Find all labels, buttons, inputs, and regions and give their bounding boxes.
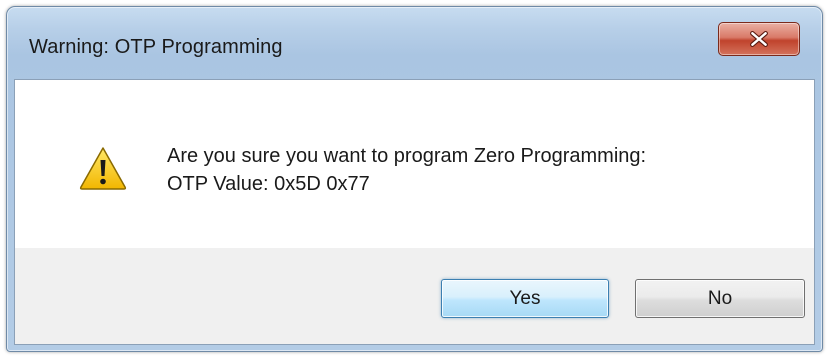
message-line-1: Are you sure you want to program Zero Pr… xyxy=(167,145,647,167)
yes-button[interactable]: Yes xyxy=(441,279,609,318)
close-icon xyxy=(750,31,768,47)
close-button[interactable] xyxy=(718,22,800,56)
message-line-2: OTP Value: 0x5D 0x77 xyxy=(167,173,370,195)
dialog-window: Warning: OTP Programming Are you sure yo… xyxy=(6,6,823,352)
title-bar[interactable]: Warning: OTP Programming xyxy=(7,7,822,79)
dialog-content: Are you sure you want to program Zero Pr… xyxy=(14,79,815,345)
message-panel: Are you sure you want to program Zero Pr… xyxy=(15,80,814,248)
window-title: Warning: OTP Programming xyxy=(29,36,283,58)
button-row: Yes No xyxy=(15,248,814,344)
no-button[interactable]: No xyxy=(635,279,805,318)
warning-icon xyxy=(79,147,127,190)
message-text: Are you sure you want to program Zero Pr… xyxy=(167,142,646,198)
